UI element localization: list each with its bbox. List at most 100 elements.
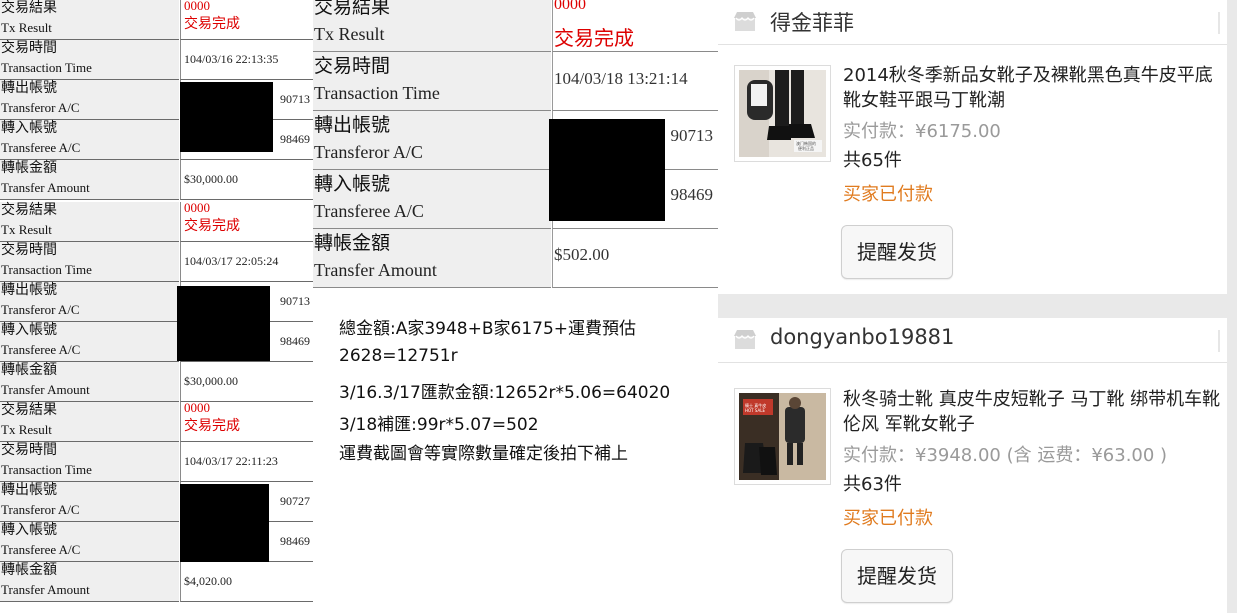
tx-time-value: 104/03/17 22:11:23 [180,442,313,482]
product-title[interactable]: 2014秋冬季新品女靴子及裸靴黑色真牛皮平底 靴女鞋平跟马丁靴潮 [843,63,1227,113]
redaction-block [180,484,269,562]
tx-time-label: 交易時間 Transaction Time [0,40,179,80]
transferor-account: 90727 [280,494,310,508]
tx-time-row: 交易時間 Transaction Time 104/03/18 13:21:14 [313,52,718,111]
transfer-amount: $30,000.00 [184,172,238,186]
tx-result-label-en: Tx Result [314,24,385,44]
transferee-account: 98469 [280,334,310,348]
product-photo: 騎士 真牛皮 HOT SALE [739,393,826,480]
result-code: 0000 [184,0,210,13]
note-line-3: 3/16.3/17匯款金額:12652r*5.06=64020 [339,383,671,403]
tx-result-row: 交易結果 Tx Result 0000 交易完成 [0,200,313,242]
amount-row: 轉帳金額 Transfer Amount $30,000.00 [0,362,313,402]
tx-time: 104/03/18 13:21:14 [554,69,688,88]
tx-time-label: 交易時間 Transaction Time [0,442,179,482]
paid-amount: 实付款：¥3948.00 (含 运费：¥63.00 ) [843,445,1168,466]
tx-time-label: 交易時間 Transaction Time [0,242,179,282]
product-title-line-2: 靴女鞋平跟马丁靴潮 [843,90,1005,111]
transferee-label: 轉入帳號 Transferee A/C [0,522,179,562]
transferee-label: 轉入帳號 Transferee A/C [313,170,551,229]
tx-result-row: 交易結果 Tx Result 0000 交易完成 [0,400,313,442]
amount-label-en: Transfer Amount [1,382,90,397]
transferee-label-en: Transferee A/C [314,201,424,221]
tx-result-value: 0000 交易完成 [180,0,313,40]
product-title-line-1: 2014秋冬季新品女靴子及裸靴黑色真牛皮平底 [843,65,1213,86]
header-divider [1218,12,1220,34]
redaction-block [549,119,665,221]
amount-label-zh: 轉帳金額 [1,363,57,378]
result-status: 交易完成 [554,28,634,50]
receipt-2: 交易結果 Tx Result 0000 交易完成 交易時間 Transactio… [0,200,313,402]
tx-result-label-zh: 交易結果 [1,403,57,418]
tx-result-label: 交易結果 Tx Result [313,0,551,52]
transfer-amount: $4,020.00 [184,574,232,588]
result-code: 0000 [184,400,210,415]
transferor-label-en: Transferor A/C [1,302,80,317]
transferee-label-zh: 轉入帳號 [1,323,57,338]
result-status: 交易完成 [184,419,240,434]
tx-result-value: 0000 交易完成 [180,200,313,242]
transferor-label: 轉出帳號 Transferor A/C [0,282,179,322]
amount-label-en: Transfer Amount [1,582,90,597]
amount-row: 轉帳金額 Transfer Amount $30,000.00 [0,160,313,200]
shop-name[interactable]: 得金菲菲 [770,7,854,37]
tx-time-label-zh: 交易時間 [314,56,391,77]
tx-result-label-en: Tx Result [1,422,52,437]
amount-value: $30,000.00 [180,362,313,402]
transfer-amount: $30,000.00 [184,374,238,388]
amount-label: 轉帳金額 Transfer Amount [0,160,179,200]
tx-result-label-zh: 交易結果 [1,203,57,218]
tx-time-row: 交易時間 Transaction Time 104/03/16 22:13:35 [0,40,313,80]
product-thumbnail[interactable]: 騎士 真牛皮 HOT SALE [734,388,831,485]
transferee-label-en: Transferee A/C [1,342,81,357]
product-photo: 澳门韩国的 便利正品 [739,70,826,157]
receipt-3: 交易結果 Tx Result 0000 交易完成 交易時間 Transactio… [0,400,313,602]
amount-value: $4,020.00 [180,562,313,602]
transferee-account: 98469 [280,132,310,146]
tx-time-label-zh: 交易時間 [1,243,57,258]
tx-time-label-zh: 交易時間 [1,41,57,56]
amount-label: 轉帳金額 Transfer Amount [313,229,551,288]
amount-label-en: Transfer Amount [1,180,90,195]
tx-result-label-zh: 交易結果 [1,1,57,16]
remind-shipping-button[interactable]: 提醒发货 [841,549,953,603]
tx-result-label-en: Tx Result [1,222,52,237]
order-card-1: 得金菲菲 澳门韩国的 便利正品 2014秋冬季新品女靴子及裸靴黑色真牛皮平底 靴… [718,0,1227,294]
tx-time-label: 交易時間 Transaction Time [313,52,551,111]
tx-time: 104/03/17 22:05:24 [184,254,279,268]
tx-time: 104/03/16 22:13:35 [184,52,279,66]
result-status: 交易完成 [184,219,240,234]
amount-value: $30,000.00 [180,160,313,200]
tx-time-row: 交易時間 Transaction Time 104/03/17 22:05:24 [0,242,313,282]
remind-shipping-button[interactable]: 提醒发货 [841,225,953,279]
transferee-account: 98469 [280,534,310,548]
transfer-amount: $502.00 [554,245,610,264]
transferee-label-zh: 轉入帳號 [1,523,57,538]
transferor-account: 90713 [280,92,310,106]
transferor-account: 90713 [280,294,310,308]
tx-result-label-en: Tx Result [1,20,52,35]
tx-result-label-zh: 交易結果 [314,0,391,18]
transferor-label-en: Transferor A/C [1,502,80,517]
shop-header[interactable]: dongyanbo19881 [718,318,1227,363]
tx-result-value: 0000 交易完成 [552,0,718,52]
left-receipt-stack: 交易結果 Tx Result 0000 交易完成 交易時間 Transactio… [0,0,313,613]
order-list: 得金菲菲 澳门韩国的 便利正品 2014秋冬季新品女靴子及裸靴黑色真牛皮平底 靴… [718,0,1237,613]
tx-time-value: 104/03/16 22:13:35 [180,40,313,80]
tx-result-value: 0000 交易完成 [180,400,313,442]
tx-result-label: 交易結果 Tx Result [0,402,179,442]
amount-row: 轉帳金額 Transfer Amount $4,020.00 [0,562,313,602]
tx-time: 104/03/17 22:11:23 [184,454,278,468]
amount-value: $502.00 [552,229,718,288]
shop-name[interactable]: dongyanbo19881 [770,325,954,349]
transferee-label-en: Transferee A/C [1,140,81,155]
amount-label-zh: 轉帳金額 [314,233,391,254]
tx-time-label-en: Transaction Time [1,60,92,75]
svg-text:HOT SALE: HOT SALE [745,408,765,413]
transferee-label: 轉入帳號 Transferee A/C [0,120,179,160]
redaction-block [177,286,270,361]
transferee-label-zh: 轉入帳號 [314,174,391,195]
shop-header[interactable]: 得金菲菲 [718,0,1227,45]
product-title[interactable]: 秋冬骑士靴 真皮牛皮短靴子 马丁靴 绑带机车靴 伦风 军靴女靴子 [843,387,1227,437]
product-thumbnail[interactable]: 澳门韩国的 便利正品 [734,65,831,162]
